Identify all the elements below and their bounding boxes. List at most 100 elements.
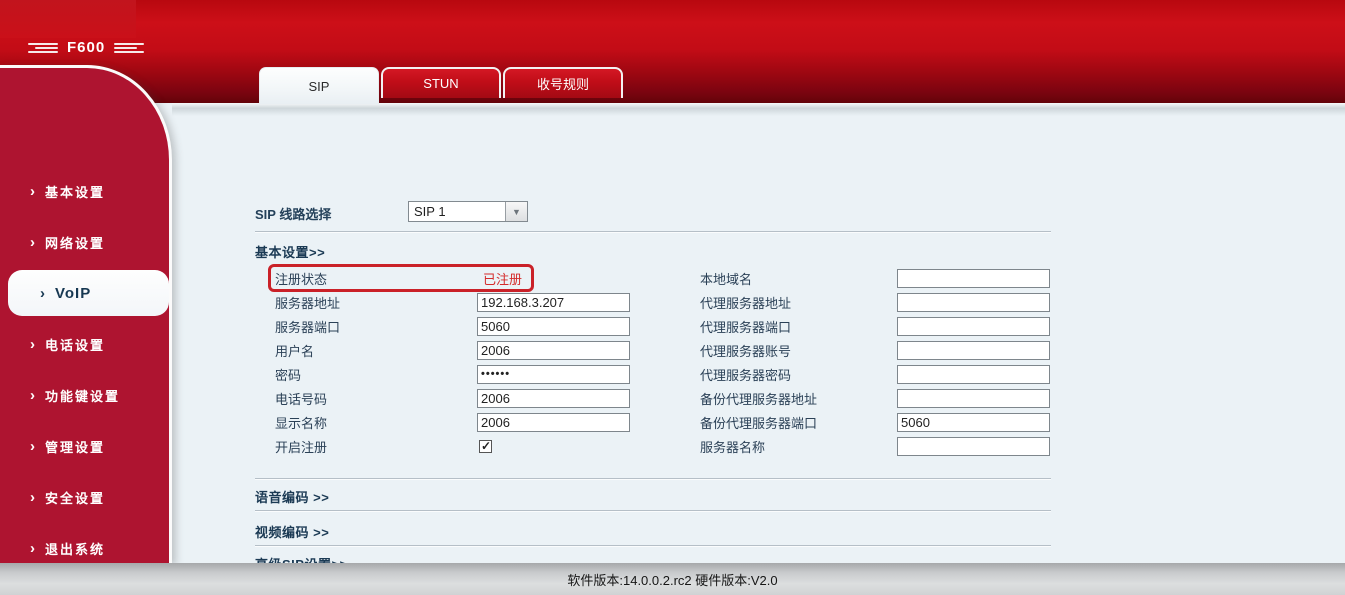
field-row-proxy-server-port: 代理服务器端口: [700, 314, 1050, 338]
server-name-input[interactable]: [897, 436, 1050, 456]
chevron-right-icon: ›: [30, 437, 35, 455]
logo-block: [0, 0, 136, 38]
field-row-proxy-server-account: 代理服务器账号: [700, 338, 1050, 362]
proxy-server-address-label: 代理服务器地址: [700, 295, 792, 311]
divider: [255, 545, 1051, 547]
field-row-username: 用户名: [275, 338, 630, 362]
field-row-proxy-server-address: 代理服务器地址: [700, 290, 1050, 314]
divider: [255, 478, 1051, 480]
sidebar-item-function-key-settings[interactable]: › 功能键设置: [0, 372, 169, 418]
brand-logo: F600: [26, 39, 146, 56]
chevron-right-icon: ›: [30, 182, 35, 200]
sidebar-item-label: 网络设置: [45, 235, 106, 251]
sidebar-item-network-settings[interactable]: › 网络设置: [0, 219, 169, 265]
main-content: SIP 线路选择 SIP 1 ▼ 基本设置>> 注册状态 已注册服务器地址服务器端…: [172, 103, 1345, 572]
field-row-phone-number: 电话号码: [275, 386, 630, 410]
local-domain-input[interactable]: [897, 268, 1050, 288]
display-name-label: 显示名称: [275, 415, 328, 431]
sidebar-item-voip[interactable]: › VoIP: [8, 270, 169, 316]
proxy-server-account-input[interactable]: [897, 340, 1050, 360]
field-row-display-name: 显示名称: [275, 410, 630, 434]
section-video-codec[interactable]: 视频编码 >>: [255, 522, 329, 541]
proxy-server-port-input[interactable]: [897, 316, 1050, 336]
form-column-left: 注册状态 已注册服务器地址服务器端口用户名密码电话号码显示名称开启注册: [275, 266, 630, 458]
enable-register-checkbox[interactable]: [479, 439, 492, 453]
proxy-server-port-label: 代理服务器端口: [700, 319, 792, 335]
sip-line-select-value: SIP 1: [414, 204, 446, 219]
backup-proxy-server-address-label: 备份代理服务器地址: [700, 391, 818, 407]
logo-speedlines-icon: [26, 41, 58, 55]
sidebar-item-label: 电话设置: [45, 337, 106, 353]
username-label: 用户名: [275, 343, 315, 359]
backup-proxy-server-address-input[interactable]: [897, 388, 1050, 408]
sidebar-item-label: 功能键设置: [45, 388, 121, 404]
sidebar-nav: › 基本设置 › 网络设置 › VoIP › 电话设置 › 功能键设置 › 管理设置 › 安全设置 › 退出系…: [0, 68, 169, 571]
chevron-right-icon: ›: [30, 386, 35, 404]
local-domain-label: 本地域名: [700, 271, 753, 287]
section-audio-codec[interactable]: 语音编码 >>: [255, 487, 329, 506]
sidebar-item-phone-settings[interactable]: › 电话设置: [0, 321, 169, 367]
field-row-enable-register: 开启注册: [275, 434, 630, 458]
server-name-label: 服务器名称: [700, 439, 766, 455]
chevron-right-icon: ›: [40, 284, 45, 302]
field-row-server-port: 服务器端口: [275, 314, 630, 338]
logo-speedlines-icon: [114, 41, 146, 55]
tab-sip[interactable]: SIP: [259, 67, 379, 104]
password-input[interactable]: [477, 364, 630, 384]
tab-bar: SIP STUN 收号规则: [259, 67, 623, 104]
field-row-server-address: 服务器地址: [275, 290, 630, 314]
version-info: 软件版本:14.0.0.2.rc2 硬件版本:V2.0: [567, 572, 778, 588]
proxy-server-password-input[interactable]: [897, 364, 1050, 384]
chevron-down-icon: ▼: [505, 202, 527, 221]
field-row-proxy-server-password: 代理服务器密码: [700, 362, 1050, 386]
password-label: 密码: [275, 367, 302, 383]
display-name-input[interactable]: [477, 412, 630, 432]
footer-status-bar: 软件版本:14.0.0.2.rc2 硬件版本:V2.0: [0, 563, 1345, 595]
backup-proxy-server-port-input[interactable]: [897, 412, 1050, 432]
divider: [255, 231, 1051, 233]
sidebar-item-label: VoIP: [55, 284, 92, 302]
server-address-label: 服务器地址: [275, 295, 341, 311]
chevron-right-icon: ›: [30, 539, 35, 557]
sip-line-select-label: SIP 线路选择: [255, 207, 332, 222]
sidebar-item-basic-settings[interactable]: › 基本设置: [0, 168, 169, 214]
logo-text: F600: [67, 39, 106, 56]
form-columns: 注册状态 已注册服务器地址服务器端口用户名密码电话号码显示名称开启注册 本地域名代…: [275, 266, 1050, 458]
sidebar-item-label: 管理设置: [45, 439, 106, 455]
field-row-backup-proxy-server-port: 备份代理服务器端口: [700, 410, 1050, 434]
sidebar-item-management-settings[interactable]: › 管理设置: [0, 423, 169, 469]
chevron-right-icon: ›: [30, 488, 35, 506]
phone-number-label: 电话号码: [275, 391, 328, 407]
sidebar: › 基本设置 › 网络设置 › VoIP › 电话设置 › 功能键设置 › 管理设置 › 安全设置 › 退出系…: [0, 65, 172, 563]
proxy-server-password-label: 代理服务器密码: [700, 367, 792, 383]
field-row-local-domain: 本地域名: [700, 266, 1050, 290]
header: F600: [0, 0, 1345, 103]
registration-status-value: 已注册: [483, 271, 523, 287]
sidebar-item-security-settings[interactable]: › 安全设置: [0, 474, 169, 520]
tab-dial-rules[interactable]: 收号规则: [503, 67, 623, 98]
server-address-input[interactable]: [477, 292, 630, 312]
field-row-server-name: 服务器名称: [700, 434, 1050, 458]
server-port-input[interactable]: [477, 316, 630, 336]
enable-register-label: 开启注册: [275, 439, 328, 455]
proxy-server-address-input[interactable]: [897, 292, 1050, 312]
registration-status-label: 注册状态: [275, 271, 328, 287]
server-port-label: 服务器端口: [275, 319, 341, 335]
section-basic-settings[interactable]: 基本设置>>: [255, 242, 325, 261]
phone-number-input[interactable]: [477, 388, 630, 408]
field-row-password: 密码: [275, 362, 630, 386]
sidebar-item-label: 基本设置: [45, 184, 106, 200]
sip-line-select[interactable]: SIP 1 ▼: [408, 201, 528, 222]
field-row-registration-status: 注册状态 已注册: [275, 266, 630, 290]
chevron-right-icon: ›: [30, 233, 35, 251]
sidebar-item-label: 安全设置: [45, 490, 106, 506]
sidebar-item-label: 退出系统: [45, 541, 106, 557]
page: F600 SIP STUN 收号规则 › 基本设置 › 网络设置 › VoIP › 电话设置 › 功能…: [0, 0, 1345, 595]
backup-proxy-server-port-label: 备份代理服务器端口: [700, 415, 818, 431]
proxy-server-account-label: 代理服务器账号: [700, 343, 792, 359]
username-input[interactable]: [477, 340, 630, 360]
tab-stun[interactable]: STUN: [381, 67, 501, 98]
chevron-right-icon: ›: [30, 335, 35, 353]
field-row-backup-proxy-server-address: 备份代理服务器地址: [700, 386, 1050, 410]
divider: [255, 510, 1051, 512]
